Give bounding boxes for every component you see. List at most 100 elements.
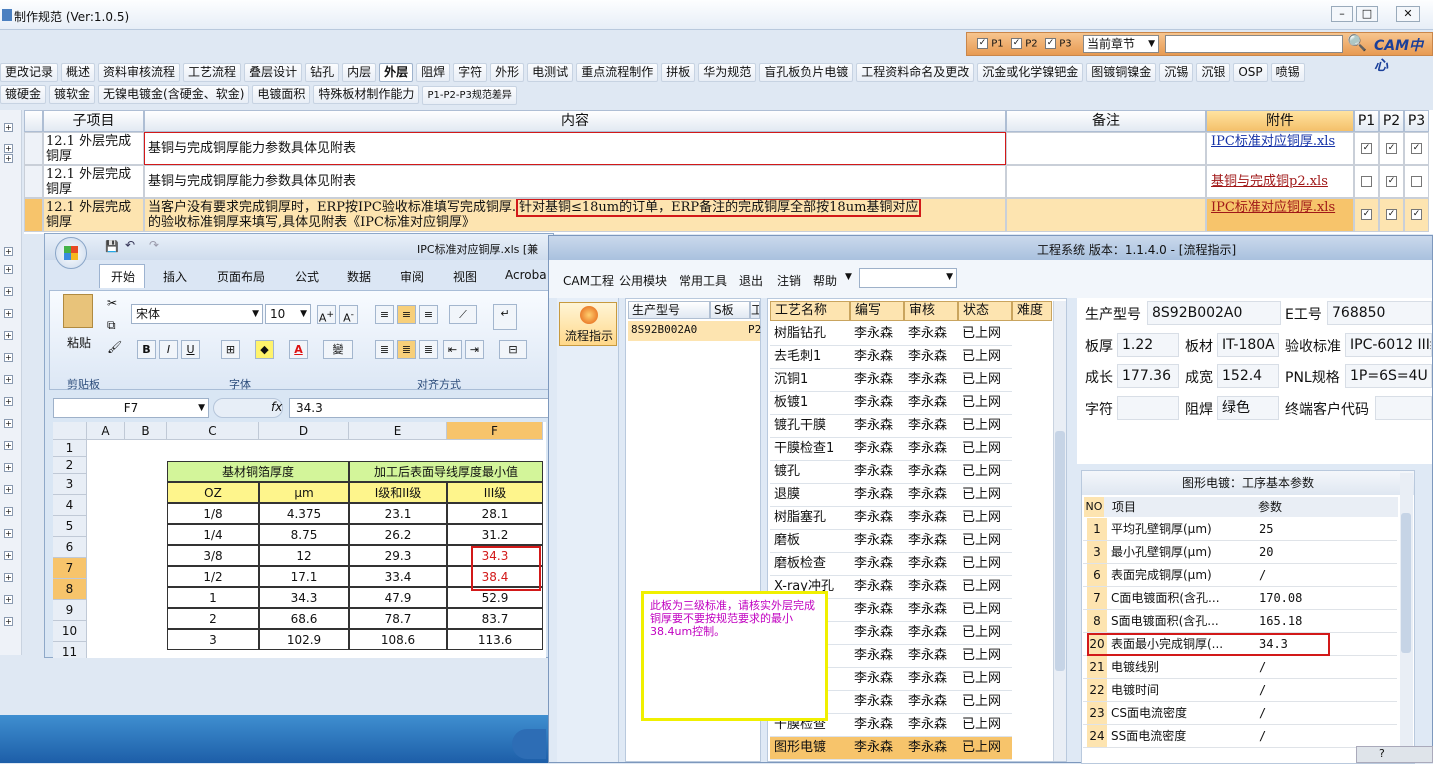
table-cell[interactable]: 29.3 — [349, 545, 447, 566]
nav-tab[interactable]: 阻焊 — [416, 63, 451, 82]
table-cell[interactable]: 1/8 — [167, 503, 259, 524]
process-cell[interactable]: 已上网 — [958, 645, 1012, 668]
search-icon[interactable]: 🔍 — [1347, 33, 1369, 55]
align-bottom-icon[interactable]: ≡ — [419, 305, 438, 324]
process-cell[interactable]: 树脂塞孔 — [770, 507, 850, 530]
process-cell[interactable]: 去毛刺1 — [770, 346, 850, 369]
row-selector[interactable] — [24, 132, 43, 165]
tree-expand-icon[interactable]: + — [4, 551, 13, 560]
process-cell[interactable]: 李永森 — [904, 645, 958, 668]
font-color-icon[interactable]: A — [289, 340, 308, 359]
tree-expand-icon[interactable]: + — [4, 287, 13, 296]
process-cell[interactable]: 已上网 — [958, 484, 1012, 507]
param-row[interactable]: 6 表面完成铜厚(μm) / — [1083, 564, 1397, 587]
table-cell[interactable]: 8.75 — [259, 524, 349, 545]
prod-header-sboard[interactable]: S板 — [710, 301, 750, 319]
process-cell[interactable]: 李永森 — [850, 530, 904, 553]
nav-tab[interactable]: 沉金或化学镍钯金 — [977, 63, 1084, 82]
scope-select[interactable]: 当前章节 ▼ — [1083, 35, 1159, 53]
font-name-select[interactable]: 宋体 ▼ — [131, 304, 263, 324]
process-cell[interactable]: 李永森 — [904, 691, 958, 714]
tree-expand-icon[interactable]: + — [4, 144, 13, 153]
process-cell[interactable]: 镀孔 — [770, 461, 850, 484]
process-cell[interactable]: 镀孔干膜 — [770, 415, 850, 438]
tree-expand-icon[interactable]: + — [4, 353, 13, 362]
tree-expand-icon[interactable]: + — [4, 617, 13, 626]
table-cell[interactable]: 23.1 — [349, 503, 447, 524]
nav-tab[interactable]: 镀硬金 — [0, 85, 47, 104]
col-header[interactable]: A — [87, 422, 125, 440]
nav-tab[interactable]: 资料审核流程 — [98, 63, 181, 82]
nav-tab[interactable]: 图镀铜镍金 — [1086, 63, 1157, 82]
tab-home[interactable]: 开始 — [111, 268, 135, 285]
tree-expand-icon[interactable]: + — [4, 529, 13, 538]
row2-p2-checkbox[interactable]: ✓ — [1379, 165, 1404, 198]
table-cell[interactable]: 34.3 — [259, 587, 349, 608]
process-cell[interactable]: 已上网 — [958, 438, 1012, 461]
process-cell[interactable]: 树脂钻孔 — [770, 323, 850, 346]
table-cell[interactable]: 17.1 — [259, 566, 349, 587]
row3-p2-checkbox[interactable]: ✓ — [1379, 198, 1404, 232]
tree-expand-icon[interactable]: + — [4, 463, 13, 472]
p2-filter[interactable]: ✓ P2 — [1011, 38, 1038, 50]
menu-tools[interactable]: 常用工具 — [679, 272, 727, 289]
proc-header-difficulty[interactable]: 难度 — [1012, 301, 1052, 321]
param-row[interactable]: 21 电镀线别 / — [1083, 656, 1397, 679]
process-scroll-thumb[interactable] — [1055, 431, 1065, 671]
tree-expand-icon[interactable]: + — [4, 441, 13, 450]
wrap-text-icon[interactable]: ↵ — [493, 304, 517, 330]
process-cell[interactable]: 已上网 — [958, 415, 1012, 438]
param-row[interactable]: 22 电镀时间 / — [1083, 679, 1397, 702]
param-row[interactable]: 7 C面电镀面积(含孔... 170.08 — [1083, 587, 1397, 610]
increase-indent-icon[interactable]: ⇥ — [465, 340, 484, 359]
process-cell[interactable]: 李永森 — [850, 415, 904, 438]
table-cell[interactable]: 3/8 — [167, 545, 259, 566]
col-header[interactable]: D — [259, 422, 349, 440]
menu-help[interactable]: 帮助 — [813, 272, 837, 289]
tree-expand-icon[interactable]: + — [4, 375, 13, 384]
tree-expand-icon[interactable]: + — [4, 247, 13, 256]
nav-tab[interactable]: OSP — [1233, 63, 1268, 82]
search-input[interactable] — [1165, 35, 1343, 53]
nav-tab[interactable]: 工艺流程 — [183, 63, 242, 82]
row-header[interactable]: 3 — [53, 474, 87, 495]
process-cell[interactable]: 李永森 — [904, 599, 958, 622]
process-cell[interactable]: 板镀1 — [770, 392, 850, 415]
select-all[interactable] — [53, 422, 87, 440]
underline-button[interactable]: U — [181, 340, 200, 359]
process-cell[interactable]: 已上网 — [958, 530, 1012, 553]
process-scrollbar[interactable] — [1053, 301, 1066, 761]
row2-attach-link[interactable]: 基铜与完成铜p2.xls — [1206, 165, 1354, 198]
process-cell[interactable]: 李永森 — [850, 737, 904, 760]
nav-tab[interactable]: 外层 — [379, 63, 414, 82]
process-cell[interactable]: 李永森 — [850, 507, 904, 530]
process-cell[interactable]: 李永森 — [850, 668, 904, 691]
tree-expand-icon[interactable]: + — [4, 507, 13, 516]
table-cell[interactable]: 83.7 — [447, 608, 543, 629]
process-cell[interactable]: 李永森 — [904, 323, 958, 346]
tree-expand-icon[interactable]: + — [4, 265, 13, 274]
tab-insert[interactable]: 插入 — [163, 268, 187, 285]
process-cell[interactable]: 已上网 — [958, 392, 1012, 415]
tree-expand-icon[interactable]: + — [4, 397, 13, 406]
process-cell[interactable]: 李永森 — [904, 392, 958, 415]
prod-header-extra[interactable]: 工 — [750, 301, 760, 319]
row-header[interactable]: 8 — [53, 579, 87, 600]
prod-header-model[interactable]: 生产型号 — [628, 301, 710, 319]
param-row[interactable]: 24 SS面电流密度 / — [1083, 725, 1397, 748]
process-cell[interactable]: 已上网 — [958, 599, 1012, 622]
cut-icon[interactable]: ✂ — [107, 296, 117, 310]
process-cell[interactable]: 李永森 — [850, 599, 904, 622]
tree-expand-icon[interactable]: + — [4, 154, 13, 163]
format-painter-icon[interactable]: 🖌 — [107, 340, 122, 354]
table-cell[interactable]: 31.2 — [447, 524, 543, 545]
maximize-button[interactable]: □ — [1356, 6, 1378, 22]
tab-acrobat[interactable]: Acroba — [505, 268, 547, 282]
process-cell[interactable]: 李永森 — [904, 668, 958, 691]
process-cell[interactable]: 李永森 — [904, 438, 958, 461]
office-button[interactable] — [55, 237, 87, 269]
nav-tab[interactable]: 内层 — [342, 63, 377, 82]
table-cell[interactable]: 28.1 — [447, 503, 543, 524]
process-cell[interactable]: 已上网 — [958, 691, 1012, 714]
process-cell[interactable]: 图形电镀 — [770, 737, 850, 760]
